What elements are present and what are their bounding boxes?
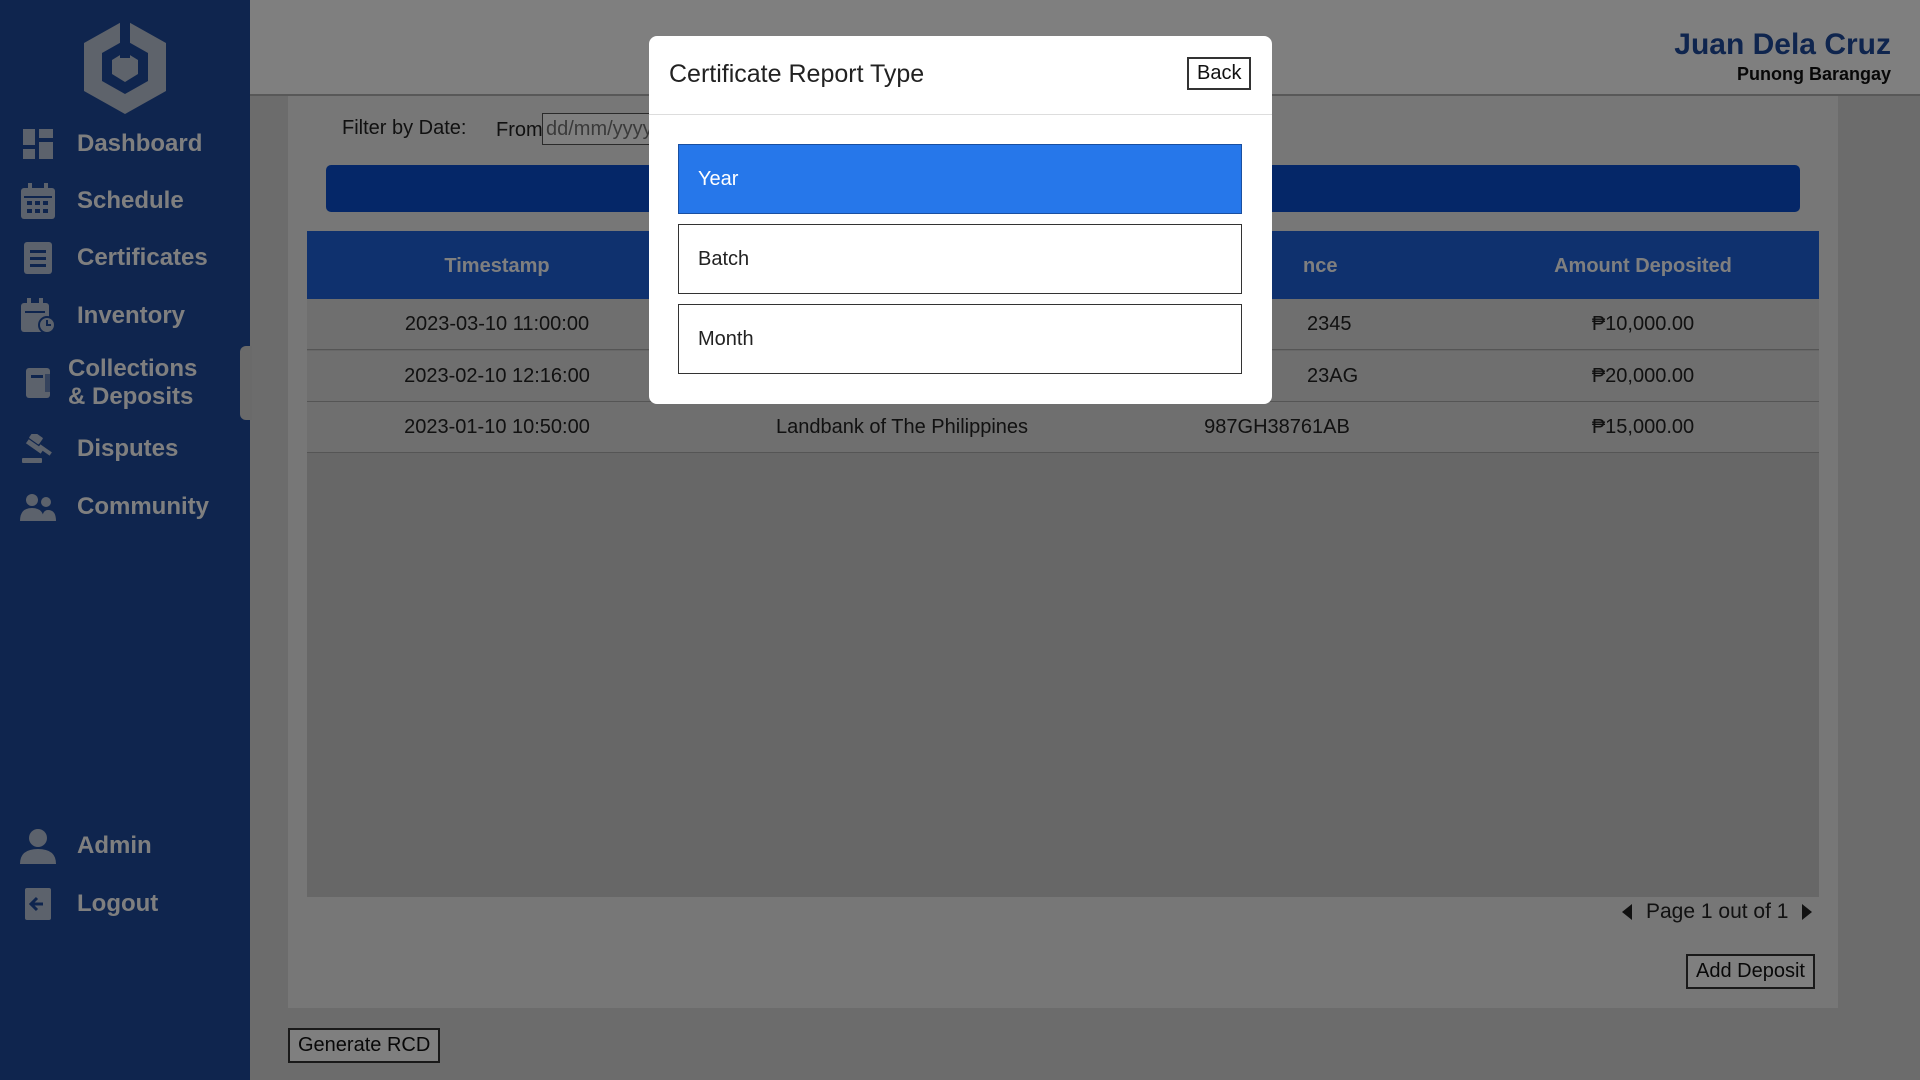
modal-header: Certificate Report Type Back [649,36,1272,115]
modal-title: Certificate Report Type [669,60,925,88]
option-batch[interactable]: Batch [678,224,1242,294]
back-button[interactable]: Back [1187,57,1252,90]
option-year[interactable]: Year [678,144,1242,214]
option-month[interactable]: Month [678,304,1242,374]
report-type-modal: Certificate Report Type Back Year Batch … [649,36,1272,404]
